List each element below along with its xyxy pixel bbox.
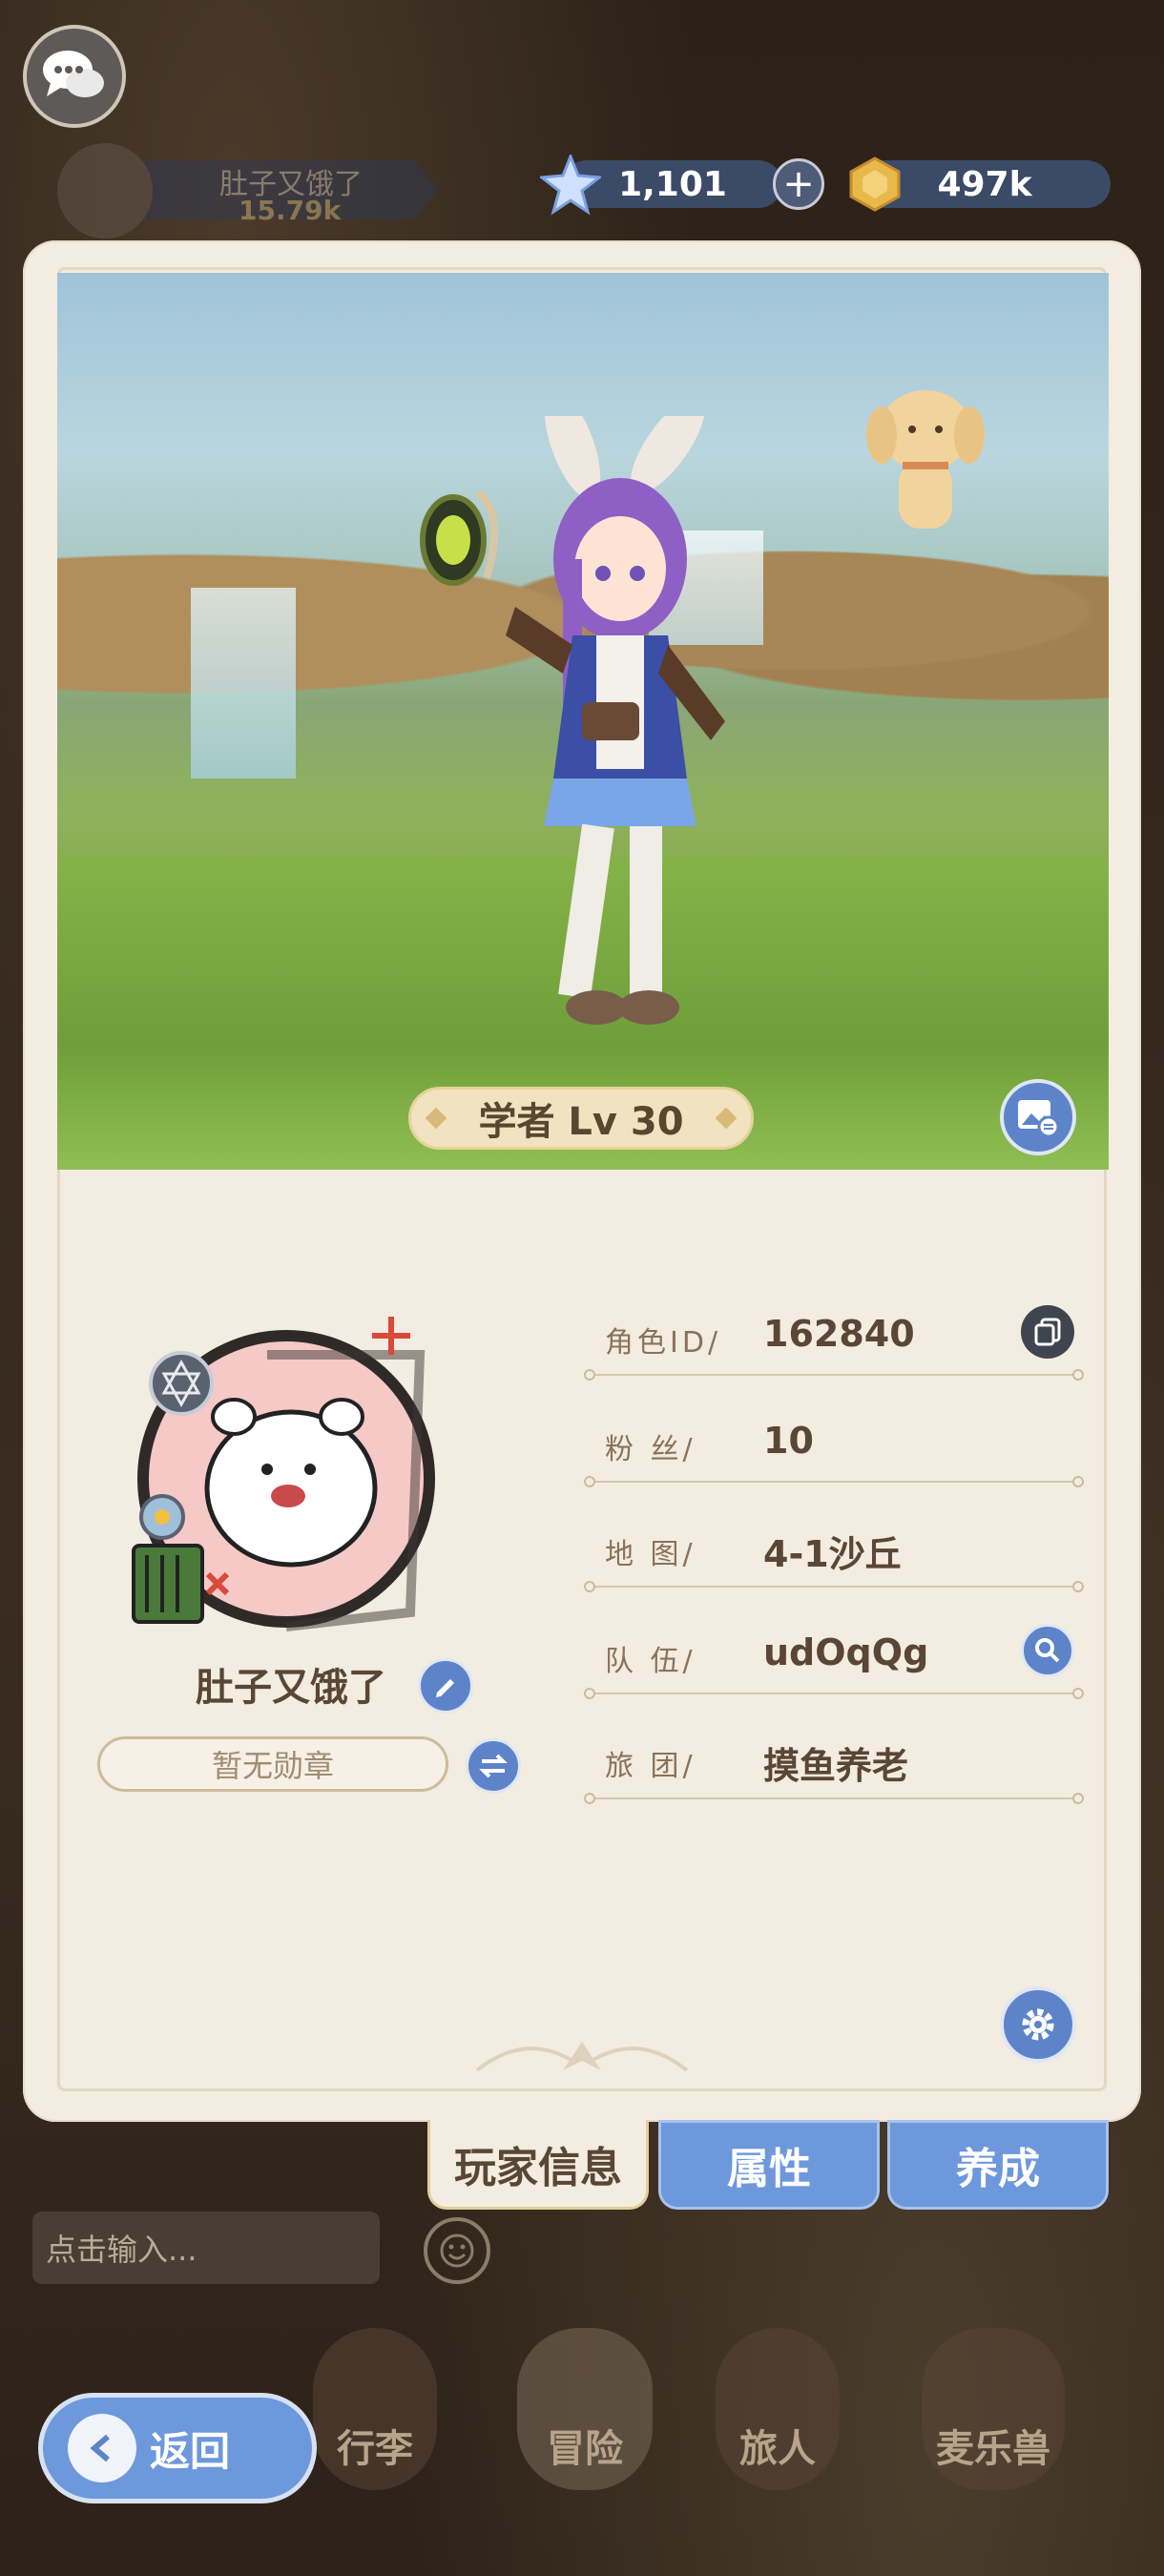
copy-icon: [1034, 1318, 1061, 1346]
character-scene: [57, 273, 1109, 1170]
back-label: 返回: [150, 2427, 231, 2475]
nav-adventure[interactable]: 冒险: [517, 2328, 653, 2490]
background-player-plate: 肚子又饿了 15.79k: [19, 143, 448, 239]
card-ornament-icon: [475, 2042, 689, 2072]
info-label: 粉 丝/: [605, 1433, 696, 1466]
info-row-id: 角色ID/ 162840: [584, 1305, 1084, 1381]
badge-ornament: [425, 1107, 447, 1130]
swap-medal-button[interactable]: [466, 1738, 521, 1794]
class-level-text: 学者 Lv 30: [478, 1100, 684, 1144]
nav-pets[interactable]: 麦乐兽: [922, 2328, 1065, 2490]
add-currency-button[interactable]: +: [773, 158, 824, 210]
change-background-button[interactable]: [1000, 1079, 1076, 1155]
chat-button[interactable]: [23, 25, 126, 128]
back-button[interactable]: 返回: [38, 2393, 317, 2503]
player-avatar: [132, 1317, 435, 1631]
medal-slot[interactable]: 暂无勋章: [97, 1736, 448, 1792]
scene-waterfall: [191, 588, 296, 779]
image-swap-icon: [1018, 1100, 1060, 1136]
arrow-left-icon: [68, 2414, 136, 2483]
emoji-button[interactable]: [424, 2217, 490, 2284]
star-gem-icon: [540, 155, 601, 216]
nav-travelers[interactable]: 旅人: [716, 2328, 840, 2490]
chat-input[interactable]: 点击输入...: [32, 2212, 380, 2284]
gear-icon: [1022, 2008, 1054, 2041]
row-divider: [584, 1581, 1084, 1592]
tab-attributes[interactable]: 属性: [658, 2120, 880, 2210]
map-value: 4-1沙丘: [763, 1533, 902, 1575]
pet-companion: [866, 390, 985, 529]
info-row-fans: 粉 丝/ 10: [584, 1412, 1084, 1487]
info-row-guild: 旅 团/ 摸鱼养老: [584, 1729, 1084, 1804]
nav-bag[interactable]: 行李: [313, 2328, 437, 2490]
tab-develop[interactable]: 养成: [887, 2120, 1109, 2210]
search-icon: [1035, 1638, 1060, 1663]
search-team-button[interactable]: [1021, 1624, 1074, 1677]
chat-bubble-icon: [43, 51, 104, 97]
row-divider: [584, 1476, 1084, 1487]
magic-orb-icon: [420, 488, 498, 586]
smile-icon: [440, 2233, 474, 2268]
info-label: 地 图/: [605, 1538, 696, 1571]
row-divider: [584, 1688, 1084, 1699]
info-row-map: 地 图/ 4-1沙丘: [584, 1517, 1084, 1592]
role-id-value: 162840: [763, 1313, 915, 1355]
coin-icon: [849, 156, 901, 212]
tab-player-info[interactable]: 玩家信息: [427, 2120, 649, 2210]
info-label: 旅 团/: [605, 1750, 696, 1783]
row-divider: [584, 1369, 1084, 1381]
badge-ornament: [715, 1107, 738, 1130]
info-label: 角色ID/: [605, 1326, 722, 1360]
team-value: udOqQg: [763, 1631, 929, 1673]
settings-button[interactable]: [1000, 1986, 1076, 2063]
player-power: 15.79k: [239, 195, 342, 226]
row-divider: [584, 1793, 1084, 1804]
copy-id-button[interactable]: [1021, 1305, 1074, 1359]
avatar: [57, 143, 153, 239]
edit-name-button[interactable]: [418, 1658, 473, 1714]
guild-value: 摸鱼养老: [763, 1745, 909, 1787]
info-row-team: 队 伍/ udOqQg: [584, 1624, 1084, 1699]
pencil-icon: [436, 1679, 454, 1697]
swap-icon: [479, 1754, 508, 1778]
player-name: 肚子又饿了: [196, 1666, 386, 1710]
player-character: [506, 416, 725, 1025]
class-level-badge: 学者 Lv 30: [408, 1087, 754, 1150]
fans-value: 10: [763, 1420, 814, 1462]
info-label: 队 伍/: [605, 1645, 696, 1678]
